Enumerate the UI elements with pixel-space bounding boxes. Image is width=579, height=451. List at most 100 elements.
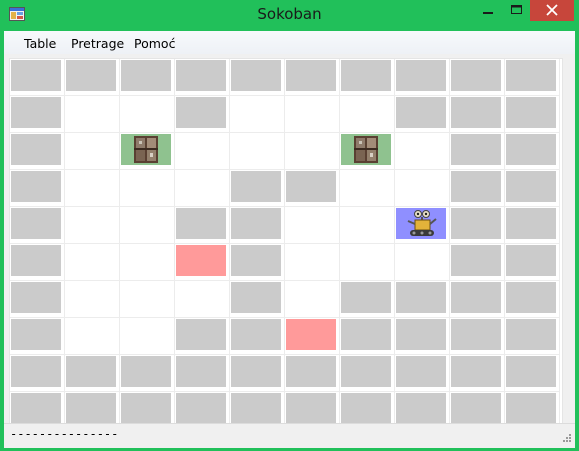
cell-floor[interactable] xyxy=(120,244,175,281)
sokoban-board[interactable] xyxy=(9,58,563,448)
resize-grip-icon[interactable] xyxy=(560,433,572,445)
menu-pomoc[interactable]: Pomoć xyxy=(134,36,175,51)
cell-floor[interactable] xyxy=(395,244,450,281)
cell-wall[interactable] xyxy=(450,318,505,355)
cell-wall[interactable] xyxy=(340,355,395,392)
cell-wall[interactable] xyxy=(450,170,505,207)
cell-wall[interactable] xyxy=(230,355,285,392)
cell-wall[interactable] xyxy=(450,207,505,244)
cell-wall[interactable] xyxy=(10,244,65,281)
cell-floor[interactable] xyxy=(340,96,395,133)
cell-wall[interactable] xyxy=(10,281,65,318)
cell-wall[interactable] xyxy=(505,133,560,170)
cell-wall[interactable] xyxy=(10,96,65,133)
cell-wall[interactable] xyxy=(10,355,65,392)
cell-floor[interactable] xyxy=(120,96,175,133)
cell-wall[interactable] xyxy=(395,318,450,355)
cell-wall[interactable] xyxy=(285,59,340,96)
cell-floor[interactable] xyxy=(120,318,175,355)
cell-floor[interactable] xyxy=(65,207,120,244)
cell-floor[interactable] xyxy=(65,318,120,355)
cell-wall[interactable] xyxy=(285,170,340,207)
cell-wall[interactable] xyxy=(230,170,285,207)
cell-wall[interactable] xyxy=(395,59,450,96)
cell-wall[interactable] xyxy=(505,355,560,392)
cell-floor[interactable] xyxy=(120,170,175,207)
cell-wall[interactable] xyxy=(505,318,560,355)
cell-box[interactable] xyxy=(120,133,175,170)
cell-wall[interactable] xyxy=(175,207,230,244)
floor-tile xyxy=(286,282,336,313)
cell-wall[interactable] xyxy=(175,96,230,133)
menu-table[interactable]: Table xyxy=(24,36,56,51)
cell-wall[interactable] xyxy=(395,281,450,318)
cell-wall[interactable] xyxy=(505,207,560,244)
cell-wall[interactable] xyxy=(230,244,285,281)
cell-wall[interactable] xyxy=(505,59,560,96)
cell-wall[interactable] xyxy=(505,244,560,281)
cell-floor[interactable] xyxy=(395,170,450,207)
cell-floor[interactable] xyxy=(120,281,175,318)
cell-wall[interactable] xyxy=(395,355,450,392)
cell-floor[interactable] xyxy=(340,207,395,244)
cell-wall[interactable] xyxy=(175,318,230,355)
cell-floor[interactable] xyxy=(340,170,395,207)
cell-target[interactable] xyxy=(285,318,340,355)
cell-wall[interactable] xyxy=(340,318,395,355)
cell-floor[interactable] xyxy=(175,133,230,170)
cell-wall[interactable] xyxy=(340,59,395,96)
cell-floor[interactable] xyxy=(395,133,450,170)
cell-floor[interactable] xyxy=(65,133,120,170)
cell-wall[interactable] xyxy=(120,59,175,96)
cell-wall[interactable] xyxy=(10,170,65,207)
cell-floor[interactable] xyxy=(65,96,120,133)
cell-floor[interactable] xyxy=(285,281,340,318)
cell-floor[interactable] xyxy=(65,170,120,207)
cell-wall[interactable] xyxy=(230,318,285,355)
cell-wall[interactable] xyxy=(450,59,505,96)
cell-wall[interactable] xyxy=(505,170,560,207)
cell-floor[interactable] xyxy=(175,281,230,318)
title-bar[interactable]: Sokoban xyxy=(0,0,579,30)
cell-wall[interactable] xyxy=(230,207,285,244)
cell-wall[interactable] xyxy=(175,59,230,96)
maximize-button[interactable] xyxy=(503,0,530,21)
cell-floor[interactable] xyxy=(65,281,120,318)
cell-floor[interactable] xyxy=(340,244,395,281)
cell-wall[interactable] xyxy=(65,355,120,392)
cell-wall[interactable] xyxy=(450,355,505,392)
cell-floor[interactable] xyxy=(120,207,175,244)
cell-wall[interactable] xyxy=(120,355,175,392)
cell-wall[interactable] xyxy=(65,59,120,96)
cell-wall[interactable] xyxy=(505,281,560,318)
cell-floor[interactable] xyxy=(175,170,230,207)
cell-wall[interactable] xyxy=(10,133,65,170)
cell-wall[interactable] xyxy=(10,59,65,96)
cell-floor[interactable] xyxy=(285,96,340,133)
cell-target[interactable] xyxy=(175,244,230,281)
cell-floor[interactable] xyxy=(285,207,340,244)
cell-player[interactable] xyxy=(395,207,450,244)
cell-box[interactable] xyxy=(340,133,395,170)
cell-floor[interactable] xyxy=(285,133,340,170)
cell-wall[interactable] xyxy=(340,281,395,318)
cell-wall[interactable] xyxy=(230,59,285,96)
cell-floor[interactable] xyxy=(285,244,340,281)
cell-wall[interactable] xyxy=(450,281,505,318)
cell-floor[interactable] xyxy=(65,244,120,281)
cell-wall[interactable] xyxy=(230,281,285,318)
close-button[interactable] xyxy=(530,0,574,21)
cell-wall[interactable] xyxy=(10,207,65,244)
cell-wall[interactable] xyxy=(285,355,340,392)
cell-floor[interactable] xyxy=(230,133,285,170)
cell-floor[interactable] xyxy=(230,96,285,133)
cell-wall[interactable] xyxy=(450,96,505,133)
cell-wall[interactable] xyxy=(450,133,505,170)
minimize-button[interactable] xyxy=(473,0,503,21)
cell-wall[interactable] xyxy=(505,96,560,133)
cell-wall[interactable] xyxy=(10,318,65,355)
cell-wall[interactable] xyxy=(395,96,450,133)
cell-wall[interactable] xyxy=(450,244,505,281)
menu-pretrage[interactable]: Pretrage xyxy=(71,36,124,51)
cell-wall[interactable] xyxy=(175,355,230,392)
